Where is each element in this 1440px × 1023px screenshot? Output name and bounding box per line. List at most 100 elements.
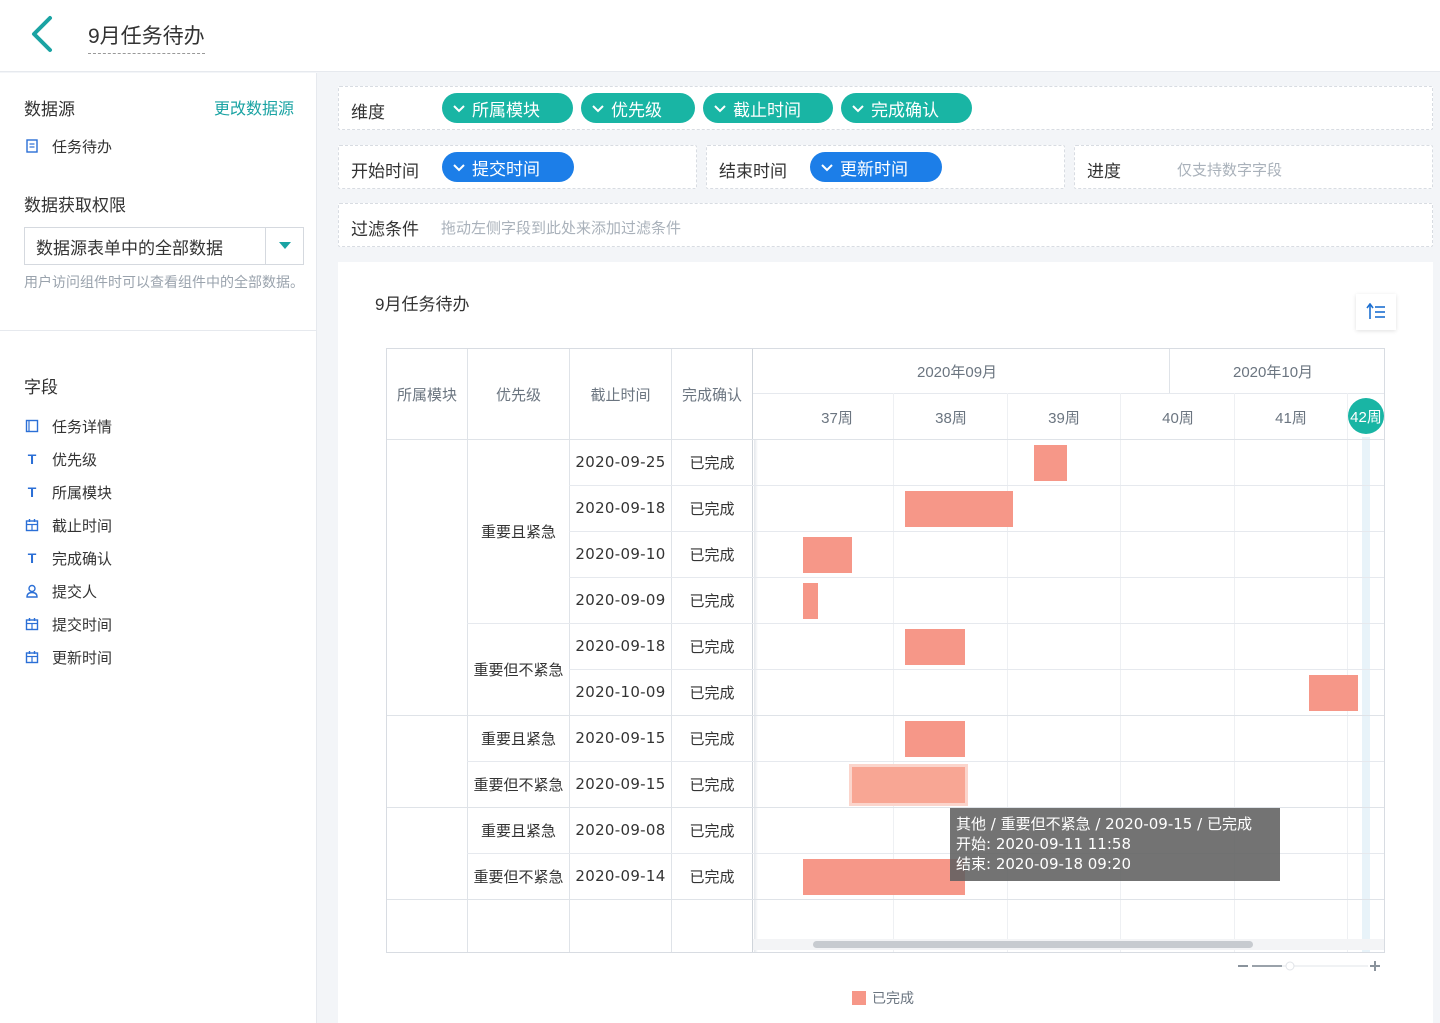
gantt-bar[interactable]	[803, 859, 965, 895]
grid-line	[1169, 349, 1170, 393]
priority-cell: 重要但不紧急	[473, 776, 564, 794]
field-label: 提交人	[52, 583, 98, 601]
tooltip-title: 其他 / 重要但不紧急 / 2020-09-15 / 已完成	[956, 815, 1252, 833]
tooltip-start: 开始: 2020-09-11 11:58	[956, 835, 1131, 853]
priority-cell: 重要且紧急	[480, 523, 556, 541]
deadline-cell: 2020-10-09	[575, 683, 666, 701]
end-time-drop-zone[interactable]: 结束时间 更新时间	[706, 145, 1065, 189]
status-cell: 已完成	[689, 500, 735, 518]
field-item-task-detail[interactable]: 任务详情	[24, 415, 112, 437]
filter-drop-zone[interactable]: 过滤条件 拖动左侧字段到此处来添加过滤条件	[338, 203, 1433, 247]
status-cell: 已完成	[689, 638, 735, 656]
change-datasource-link[interactable]: 更改数据源	[214, 95, 294, 119]
dimension-pill-priority[interactable]: 优先级	[581, 93, 695, 123]
field-item-submitter[interactable]: 提交人	[24, 580, 97, 602]
progress-label: 进度	[1087, 162, 1121, 181]
dimension-pill-completion[interactable]: 完成确认	[841, 93, 972, 123]
divider	[0, 330, 316, 331]
deadline-cell: 2020-09-18	[575, 499, 666, 517]
dimension-pill-module[interactable]: 所属模块	[442, 93, 573, 123]
grid-line	[1347, 393, 1348, 952]
user-icon	[24, 583, 40, 599]
start-time-pill[interactable]: 提交时间	[442, 152, 574, 182]
module-cell	[387, 715, 467, 807]
legend-swatch	[852, 991, 866, 1005]
permission-select[interactable]: 数据源表单中的全部数据	[24, 227, 304, 265]
field-item-completion[interactable]: T 完成确认	[24, 547, 112, 569]
col-header-priority: 优先级	[495, 386, 541, 404]
bar-tooltip: 其他 / 重要但不紧急 / 2020-09-15 / 已完成 开始: 2020-…	[950, 808, 1280, 881]
field-item-update-time[interactable]: 更新时间	[24, 646, 112, 668]
status-cell: 已完成	[689, 546, 735, 564]
permission-hint: 用户访问组件时可以查看组件中的全部数据。	[24, 274, 304, 290]
filter-label: 过滤条件	[351, 220, 419, 239]
progress-drop-zone[interactable]: 进度 仅支持数字字段	[1074, 145, 1433, 189]
permission-label: 数据获取权限	[24, 196, 126, 215]
chevron-down-icon	[852, 105, 864, 113]
gantt-bar[interactable]	[905, 491, 1013, 527]
horizontal-scrollbar[interactable]	[813, 941, 1253, 948]
gantt-bar[interactable]	[803, 583, 818, 619]
priority-cell: 重要但不紧急	[473, 661, 564, 679]
deadline-cell: 2020-09-08	[575, 821, 666, 839]
dimension-drop-zone[interactable]: 维度 所属模块 优先级 截止时间 完成确认	[338, 86, 1433, 130]
back-arrow-icon[interactable]	[28, 14, 60, 54]
week-label: 40周	[1162, 410, 1194, 427]
tooltip-end: 结束: 2020-09-18 09:20	[956, 855, 1131, 873]
field-item-module[interactable]: T 所属模块	[24, 481, 112, 503]
grid-line	[387, 899, 1384, 900]
priority-cell: 重要且紧急	[480, 822, 556, 840]
gantt-bar[interactable]	[803, 537, 852, 573]
gantt-bar-highlighted[interactable]	[852, 767, 965, 803]
gantt-bar[interactable]	[905, 629, 965, 665]
sort-button[interactable]	[1356, 294, 1396, 330]
col-header-completion: 完成确认	[681, 386, 742, 404]
week-label: 39周	[1048, 410, 1080, 427]
gantt-bar[interactable]	[1309, 675, 1358, 711]
calendar-icon	[24, 517, 40, 533]
pill-label: 提交时间	[472, 159, 540, 179]
col-header-module: 所属模块	[396, 386, 457, 404]
datasource-item: 任务待办	[24, 135, 112, 157]
pill-label: 所属模块	[472, 100, 540, 120]
field-label: 优先级	[52, 451, 98, 469]
field-item-priority[interactable]: T 优先级	[24, 448, 97, 470]
field-item-deadline[interactable]: 截止时间	[24, 514, 112, 536]
status-cell: 已完成	[689, 592, 735, 610]
month-label: 2020年10月	[1233, 364, 1314, 381]
field-item-submit-time[interactable]: 提交时间	[24, 613, 112, 635]
today-marker: 42周	[1348, 398, 1384, 434]
calendar-icon	[24, 616, 40, 632]
start-time-drop-zone[interactable]: 开始时间 提交时间	[338, 145, 697, 189]
week-label: 37周	[821, 410, 853, 427]
gantt-bar[interactable]	[1034, 445, 1067, 481]
text-icon: T	[27, 484, 37, 500]
month-label: 2020年09月	[917, 364, 998, 381]
progress-placeholder: 仅支持数字字段	[1177, 162, 1283, 179]
field-label: 更新时间	[52, 649, 113, 667]
deadline-cell: 2020-09-15	[575, 729, 666, 747]
table-shadow	[754, 439, 758, 952]
dropdown-arrow-icon[interactable]	[265, 228, 303, 264]
week-label: 38周	[935, 410, 967, 427]
deadline-cell: 2020-09-15	[575, 775, 666, 793]
dimension-pill-deadline[interactable]: 截止时间	[703, 93, 833, 123]
filter-placeholder: 拖动左侧字段到此处来添加过滤条件	[441, 220, 682, 237]
status-cell: 已完成	[689, 730, 735, 748]
chevron-down-icon	[821, 164, 833, 172]
chevron-down-icon	[453, 164, 465, 172]
priority-cell: 重要但不紧急	[473, 868, 564, 886]
priority-cell: 重要且紧急	[480, 730, 556, 748]
form-icon	[24, 418, 40, 434]
zoom-slider[interactable]	[1236, 958, 1384, 974]
end-time-pill[interactable]: 更新时间	[810, 152, 942, 182]
gantt-bar[interactable]	[905, 721, 965, 757]
page-title[interactable]: 9月任务待办	[88, 20, 205, 54]
deadline-cell: 2020-09-25	[575, 453, 666, 471]
permission-value: 数据源表单中的全部数据	[36, 238, 223, 258]
sidebar: 数据源 更改数据源 任务待办 数据获取权限 数据源表单中的全部数据 用户访问组件…	[0, 73, 317, 1023]
field-label: 提交时间	[52, 616, 113, 634]
grid-line	[753, 393, 1384, 394]
chevron-down-icon	[714, 105, 726, 113]
chart-legend[interactable]: 已完成	[852, 988, 914, 1008]
